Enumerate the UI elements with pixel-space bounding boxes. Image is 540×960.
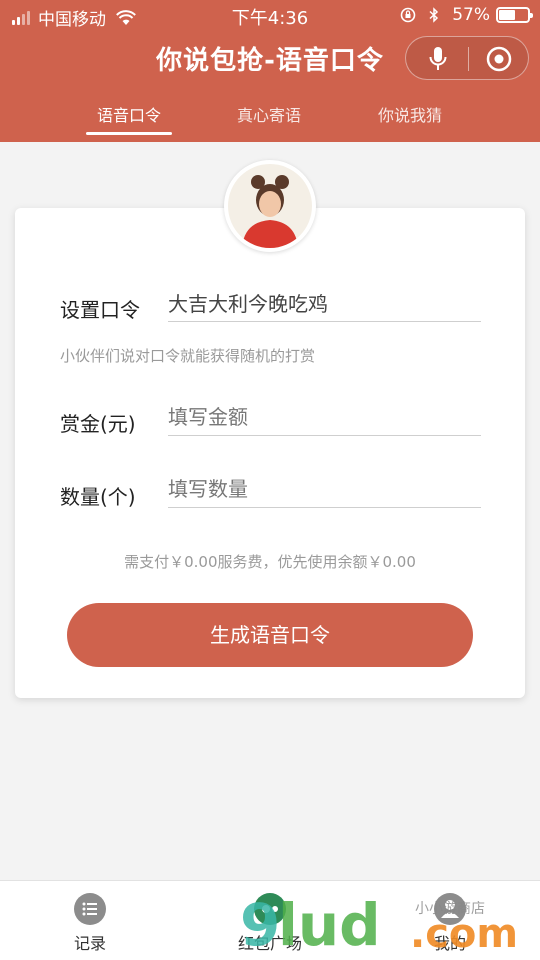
capsule-divider (468, 47, 469, 71)
command-label: 设置口令 (60, 298, 140, 322)
tabbar-label-records: 记录 (73, 934, 106, 953)
status-bar: 中国移动 下午4:36 57% (0, 0, 540, 30)
battery-icon (496, 7, 533, 23)
command-hint: 小伙伴们说对口令就能获得随机的打赏 (60, 347, 316, 365)
tab-voice-command[interactable]: 语音口令 (74, 102, 184, 126)
command-input[interactable] (168, 288, 481, 322)
avatar (224, 160, 316, 252)
list-icon (74, 893, 106, 925)
battery-percent: 57% (452, 5, 490, 25)
tabbar-item-records[interactable]: 记录 (40, 893, 140, 954)
microphone-icon[interactable] (428, 46, 448, 72)
tabbar-label-mine: 我的 (433, 934, 466, 953)
bluetooth-icon (429, 7, 439, 23)
header: 中国移动 下午4:36 57% 你说包抢-语音口令 语音口令 真心寄语 你说我猜 (0, 0, 540, 142)
user-icon (434, 893, 466, 925)
amount-label: 赏金(元) (60, 412, 136, 436)
tab-sincere-message[interactable]: 真心寄语 (214, 102, 324, 126)
active-tab-indicator (86, 132, 172, 135)
orientation-lock-icon (400, 7, 416, 23)
generate-voice-command-button[interactable]: 生成语音口令 (67, 603, 473, 667)
avatar-image (228, 164, 312, 248)
tabbar-item-plaza[interactable]: 红包广场 (220, 893, 320, 954)
count-label: 数量(个) (60, 485, 136, 509)
mini-program-capsule (405, 36, 529, 80)
tab-guess-game[interactable]: 你说我猜 (355, 102, 465, 126)
status-right: 57% (400, 5, 533, 25)
form-card: 设置口令 小伙伴们说对口令就能获得随机的打赏 赏金(元) 数量(个) 需支付￥0… (15, 208, 525, 698)
fee-notice: 需支付￥0.00服务费，优先使用余额￥0.00 (124, 553, 416, 571)
amount-input[interactable] (168, 402, 481, 436)
tabbar-item-mine[interactable]: 我的 (400, 893, 500, 954)
tabbar-label-plaza: 红包广场 (237, 934, 302, 953)
target-icon[interactable] (486, 46, 512, 72)
bottom-tab-bar: 记录 红包广场 我的 (0, 880, 540, 960)
tab-bar-top: 语音口令 真心寄语 你说我猜 (0, 96, 540, 142)
plaza-icon (254, 893, 286, 925)
count-input[interactable] (168, 474, 481, 508)
